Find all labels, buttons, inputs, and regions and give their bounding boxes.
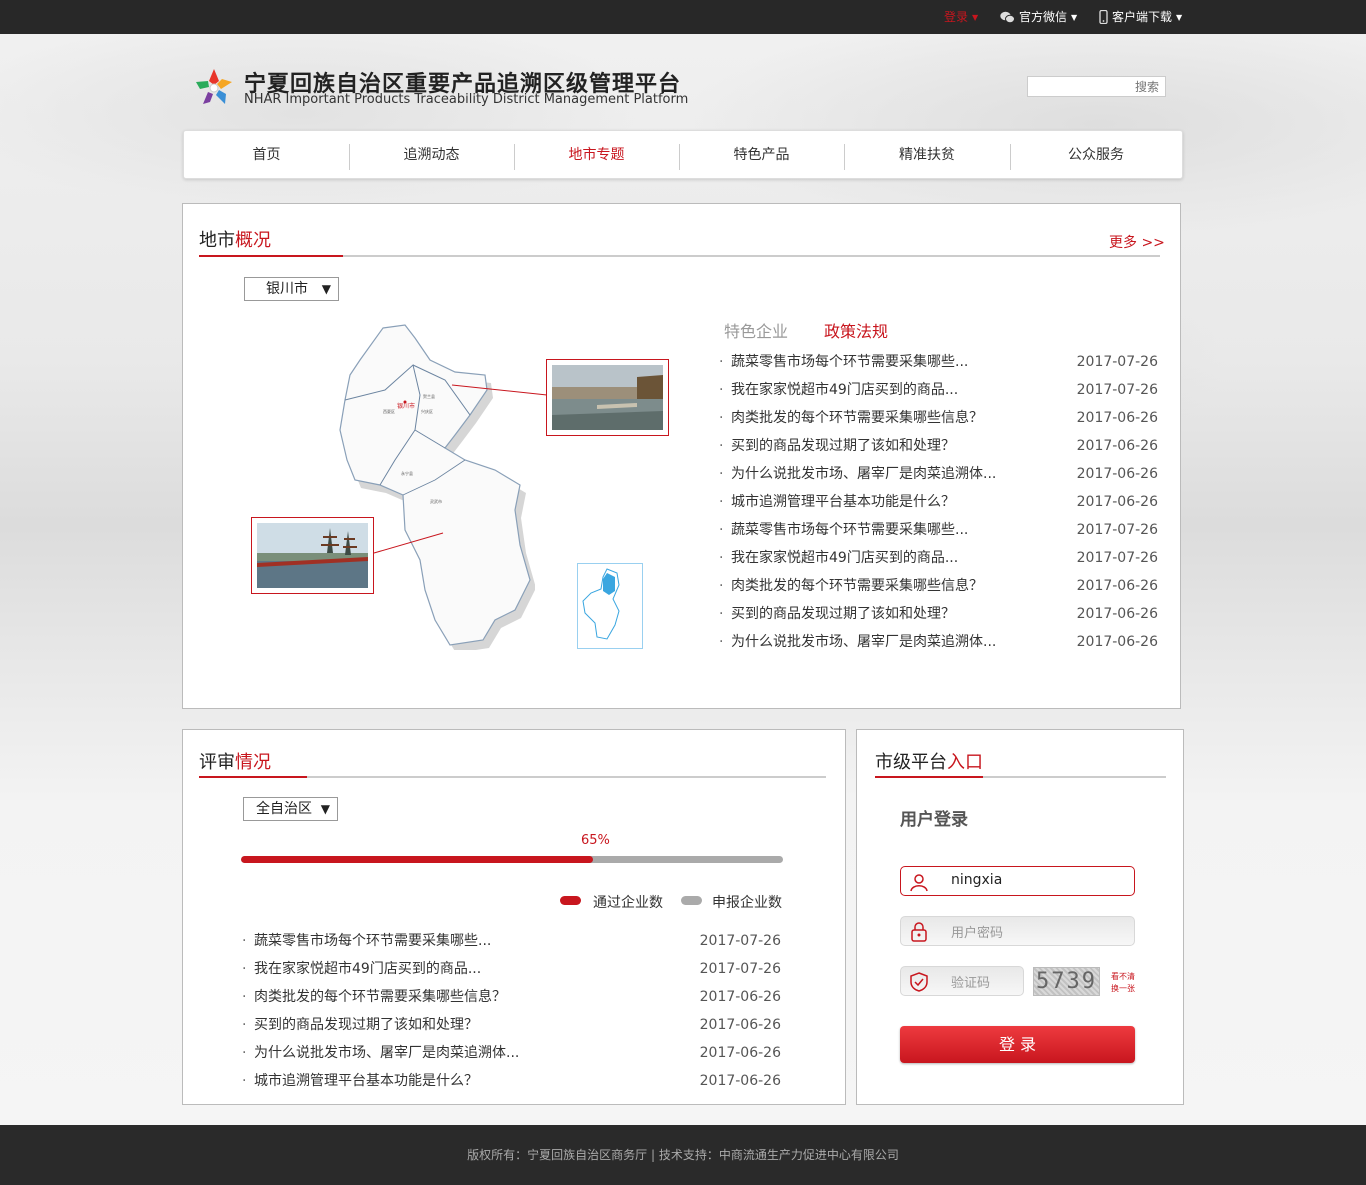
list-item[interactable]: · 蔬菜零售市场每个环节需要采集哪些... 2017-07-26 bbox=[719, 516, 1158, 544]
review-progress-track bbox=[241, 856, 783, 863]
nav-item-city-topics[interactable]: 地市专题 bbox=[514, 131, 679, 180]
list-item[interactable]: · 我在家家悦超市49门店买到的商品... 2017-07-26 bbox=[719, 376, 1158, 404]
list-item[interactable]: · 为什么说批发市场、屠宰厂是肉菜追溯体... 2017-06-26 bbox=[242, 1039, 781, 1067]
shield-check-icon bbox=[910, 972, 928, 992]
tab-policies[interactable]: 政策法规 bbox=[824, 318, 888, 342]
captcha-field[interactable]: 验证码 bbox=[900, 966, 1024, 996]
caret-down-icon: ▼ bbox=[1071, 12, 1078, 22]
map-connector-lines bbox=[373, 384, 548, 554]
password-field[interactable]: 用户密码 bbox=[900, 916, 1135, 946]
scenic-photo-pagoda[interactable] bbox=[251, 517, 374, 594]
mobile-phone-icon bbox=[1099, 9, 1108, 25]
overview-more-link[interactable]: 更多 >> bbox=[1109, 232, 1165, 252]
wechat-icon bbox=[1000, 11, 1015, 24]
overview-title-part2: 概况 bbox=[235, 230, 271, 251]
caret-down-icon: ▼ bbox=[1176, 12, 1183, 22]
top-bar: 登录 ▼ 官方微信 ▼ 客户端下载 ▼ bbox=[0, 0, 1366, 34]
site-logo bbox=[196, 69, 232, 104]
overview-news-list: · 蔬菜零售市场每个环节需要采集哪些... 2017-07-26 · 我在家家悦超市4… bbox=[719, 348, 1158, 658]
search-box[interactable] bbox=[1027, 76, 1166, 97]
list-item[interactable]: · 蔬菜零售市场每个环节需要采集哪些... 2017-07-26 bbox=[242, 927, 781, 955]
main-nav: 首页 追溯动态 地市专题 特色产品 精准扶贫 公众服务 bbox=[183, 130, 1183, 179]
list-item[interactable]: · 肉类批发的每个环节需要采集哪些信息？ 2017-06-26 bbox=[719, 572, 1158, 600]
nav-item-trace-news[interactable]: 追溯动态 bbox=[349, 131, 514, 180]
list-item[interactable]: · 我在家家悦超市49门店买到的商品... 2017-07-26 bbox=[719, 544, 1158, 572]
review-progress-fill bbox=[241, 856, 594, 863]
caret-down-icon: ▼ bbox=[972, 12, 979, 22]
entry-title-part1: 市级平台 bbox=[875, 752, 947, 773]
top-login-label: 登录 bbox=[944, 10, 969, 24]
nav-item-home[interactable]: 首页 bbox=[184, 131, 349, 180]
dropdown-arrow-icon: ▼ bbox=[320, 802, 330, 816]
footer-copyright: 版权所有：宁夏回族自治区商务厅 | 技术支持：中商流通生产力促进中心有限公司 bbox=[467, 1148, 899, 1162]
review-title: 评审情况 bbox=[199, 748, 271, 774]
username-field[interactable]: ningxia bbox=[900, 866, 1135, 896]
list-item[interactable]: · 蔬菜零售市场每个环节需要采集哪些... 2017-07-26 bbox=[719, 348, 1158, 376]
region-select-value: 全自治区 bbox=[256, 801, 312, 817]
list-item[interactable]: · 为什么说批发市场、屠宰厂是肉菜追溯体... 2017-06-26 bbox=[719, 628, 1158, 656]
top-wechat-link[interactable]: 官方微信 ▼ bbox=[1000, 9, 1077, 25]
progress-label: 65% bbox=[581, 833, 610, 848]
login-heading: 用户登录 bbox=[900, 810, 968, 830]
city-select-value: 银川市 bbox=[266, 281, 308, 297]
top-client-link[interactable]: 客户端下载 ▼ bbox=[1099, 9, 1182, 25]
top-login-link[interactable]: 登录 ▼ bbox=[944, 9, 978, 25]
nav-item-public-service[interactable]: 公众服务 bbox=[1010, 131, 1182, 180]
top-client-label: 客户端下载 bbox=[1112, 10, 1173, 24]
list-item[interactable]: · 我在家家悦超市49门店买到的商品... 2017-07-26 bbox=[242, 955, 781, 983]
nav-item-featured-products[interactable]: 特色产品 bbox=[679, 131, 844, 180]
river-landscape-image bbox=[552, 365, 663, 430]
captcha-refresh-link[interactable]: 看不清 换一张 bbox=[1111, 971, 1135, 995]
list-item[interactable]: · 买到的商品发现过期了该如和处理？ 2017-06-26 bbox=[719, 432, 1158, 460]
site-subtitle: NHAR Important Products Traceability Dis… bbox=[244, 92, 689, 107]
user-icon bbox=[910, 874, 928, 892]
pagoda-landscape-image bbox=[257, 523, 368, 588]
list-item[interactable]: · 城市追溯管理平台基本功能是什么？ 2017-06-26 bbox=[242, 1067, 781, 1095]
footer: 版权所有：宁夏回族自治区商务厅 | 技术支持：中商流通生产力促进中心有限公司 bbox=[0, 1125, 1366, 1185]
list-item[interactable]: · 买到的商品发现过期了该如和处理？ 2017-06-26 bbox=[719, 600, 1158, 628]
review-news-list: · 蔬菜零售市场每个环节需要采集哪些... 2017-07-26 · 我在家家悦超市4… bbox=[242, 927, 781, 1097]
region-select[interactable]: 全自治区 ▼ bbox=[243, 797, 338, 821]
entry-title-underline bbox=[875, 776, 1166, 778]
legend-pass-label: 通过企业数 bbox=[593, 895, 663, 911]
tab-featured-enterprises[interactable]: 特色企业 bbox=[724, 318, 788, 342]
password-placeholder: 用户密码 bbox=[951, 926, 1004, 941]
legend-apply-swatch bbox=[681, 896, 702, 905]
captcha-placeholder: 验证码 bbox=[951, 976, 991, 991]
list-item[interactable]: · 城市追溯管理平台基本功能是什么？ 2017-06-26 bbox=[719, 488, 1158, 516]
list-item[interactable]: · 肉类批发的每个环节需要采集哪些信息？ 2017-06-26 bbox=[719, 404, 1158, 432]
captcha-image[interactable]: 5739 bbox=[1033, 967, 1100, 996]
legend-apply-label: 申报企业数 bbox=[712, 895, 782, 911]
list-item[interactable]: · 为什么说批发市场、屠宰厂是肉菜追溯体... 2017-06-26 bbox=[719, 460, 1158, 488]
scenic-photo-river[interactable] bbox=[546, 359, 669, 436]
username-value: ningxia bbox=[951, 872, 1003, 888]
legend-pass-swatch bbox=[560, 896, 581, 905]
city-select[interactable]: 银川市 ▼ bbox=[244, 277, 339, 301]
entry-title-part2: 入口 bbox=[947, 752, 983, 773]
review-title-part2: 情况 bbox=[235, 752, 271, 773]
review-title-part1: 评审 bbox=[199, 752, 235, 773]
dropdown-arrow-icon: ▼ bbox=[321, 282, 331, 296]
login-button[interactable]: 登 录 bbox=[900, 1026, 1135, 1063]
nav-item-poverty-relief[interactable]: 精准扶贫 bbox=[844, 131, 1010, 180]
overview-title-part1: 地市 bbox=[199, 230, 235, 251]
overview-title-underline bbox=[199, 255, 1160, 257]
captcha-refresh-line1: 看不清 bbox=[1111, 972, 1135, 981]
region-locator-map bbox=[577, 563, 643, 649]
list-item[interactable]: · 肉类批发的每个环节需要采集哪些信息？ 2017-06-26 bbox=[242, 983, 781, 1011]
list-item[interactable]: · 买到的商品发现过期了该如和处理？ 2017-06-26 bbox=[242, 1011, 781, 1039]
top-wechat-label: 官方微信 bbox=[1019, 10, 1068, 24]
captcha-refresh-line2: 换一张 bbox=[1111, 984, 1135, 993]
entry-title: 市级平台入口 bbox=[875, 748, 983, 774]
lock-icon bbox=[911, 922, 927, 942]
search-input[interactable] bbox=[1028, 77, 1165, 96]
review-title-underline bbox=[199, 776, 826, 778]
overview-title: 地市概况 bbox=[199, 226, 271, 252]
